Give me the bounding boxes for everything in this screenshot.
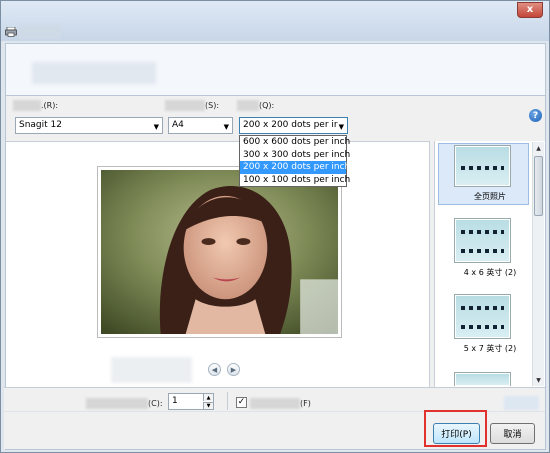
chevron-down-icon: ▼ bbox=[338, 123, 344, 131]
fit-label-redacted bbox=[250, 398, 300, 409]
decrement-icon[interactable]: ▼ bbox=[203, 402, 213, 409]
layout-preview-image bbox=[456, 147, 509, 185]
chevron-down-icon: ▼ bbox=[153, 123, 159, 131]
quality-value: 200 x 200 dots per ir bbox=[243, 120, 338, 130]
layout-preview-image bbox=[456, 296, 509, 337]
close-button[interactable]: x bbox=[517, 2, 543, 18]
layout-scrollbar[interactable]: ▲ ▼ bbox=[532, 142, 544, 386]
quality-label-redacted bbox=[237, 100, 259, 111]
layout-thumbnail-5x7[interactable] bbox=[454, 294, 511, 339]
page-counter-redacted bbox=[111, 357, 192, 383]
help-icon[interactable]: ? bbox=[529, 109, 542, 122]
layout-label-4x6: 4 x 6 英寸 (2) bbox=[463, 268, 517, 277]
cancel-button[interactable]: 取消 bbox=[490, 423, 535, 444]
copies-stepper[interactable]: 1 ▲ ▼ bbox=[168, 393, 214, 410]
quality-option[interactable]: 300 x 300 dots per inch bbox=[240, 149, 350, 162]
annotation-highlight-box bbox=[424, 410, 487, 447]
fit-picture-label: (F) bbox=[250, 398, 311, 409]
previous-page-button[interactable]: ◀ bbox=[208, 363, 221, 376]
copies-label: (C): bbox=[86, 398, 163, 409]
quality-label: (Q): bbox=[237, 100, 274, 111]
dialog-header bbox=[5, 43, 546, 95]
layout-label-5x7: 5 x 7 英寸 (2) bbox=[463, 344, 517, 353]
printer-label: .(R): bbox=[13, 100, 58, 111]
chevron-down-icon: ▼ bbox=[223, 123, 229, 131]
options-link-redacted[interactable] bbox=[504, 396, 539, 410]
scroll-up-arrow-icon[interactable]: ▲ bbox=[533, 142, 544, 154]
window-title-redacted bbox=[19, 25, 61, 39]
divider bbox=[227, 392, 228, 410]
increment-icon[interactable]: ▲ bbox=[203, 394, 213, 401]
check-icon: ✓ bbox=[237, 397, 246, 407]
next-page-button[interactable]: ▶ bbox=[227, 363, 240, 376]
quality-option-selected[interactable]: 200 x 200 dots per inch bbox=[240, 161, 350, 174]
quality-option[interactable]: 600 x 600 dots per inch bbox=[240, 136, 350, 149]
photo-preview bbox=[97, 166, 342, 338]
layout-thumbnail-full-page[interactable] bbox=[454, 145, 511, 187]
paper-size-label: (S): bbox=[165, 100, 219, 111]
close-icon: x bbox=[526, 4, 534, 15]
quality-dropdown-list: 600 x 600 dots per inch 300 x 300 dots p… bbox=[239, 135, 350, 187]
printer-label-redacted bbox=[13, 100, 41, 111]
copies-value: 1 bbox=[172, 396, 178, 406]
layout-thumbnail-4x6[interactable] bbox=[454, 218, 511, 263]
quality-option[interactable]: 100 x 100 dots per inch bbox=[240, 174, 350, 187]
scroll-down-arrow-icon[interactable]: ▼ bbox=[533, 374, 544, 386]
printer-value: Snagit 12 bbox=[19, 120, 62, 130]
arrow-left-icon: ◀ bbox=[211, 365, 218, 374]
layout-label-full-page: 全页照片 bbox=[474, 192, 506, 201]
layout-preview-image bbox=[456, 374, 509, 385]
layout-preview-image bbox=[456, 220, 509, 261]
scrollbar-thumb[interactable] bbox=[534, 156, 543, 216]
layout-thumbnail-next[interactable] bbox=[454, 372, 511, 386]
printer-select[interactable]: Snagit 12 ▼ bbox=[15, 117, 163, 134]
portrait-image bbox=[101, 170, 338, 334]
copies-label-redacted bbox=[86, 398, 148, 409]
paper-size-select[interactable]: A4 ▼ bbox=[168, 117, 233, 134]
quality-select[interactable]: 200 x 200 dots per ir ▼ bbox=[239, 117, 348, 134]
title-bar: x bbox=[1, 1, 549, 41]
paper-label-redacted bbox=[165, 100, 205, 111]
arrow-right-icon: ▶ bbox=[230, 365, 237, 374]
printer-icon bbox=[5, 26, 17, 37]
paper-value: A4 bbox=[172, 120, 184, 130]
fit-picture-checkbox[interactable]: ✓ bbox=[236, 397, 247, 408]
header-title-redacted bbox=[32, 62, 156, 84]
